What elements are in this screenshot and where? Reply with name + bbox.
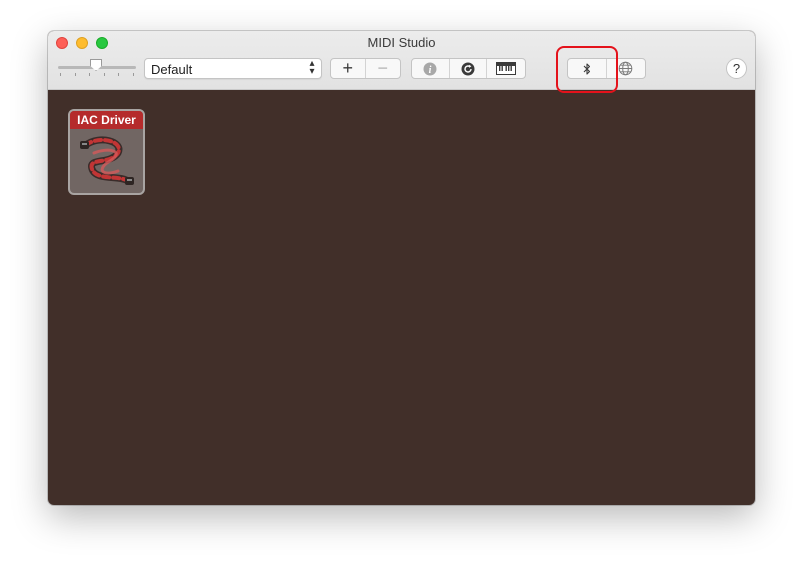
highlight-box: [556, 46, 618, 93]
add-device-button[interactable]: +: [331, 59, 366, 78]
help-button[interactable]: ?: [726, 58, 747, 79]
icon-size-slider[interactable]: [58, 59, 136, 79]
slider-ticks: [60, 73, 134, 77]
svg-text:i: i: [429, 65, 432, 76]
add-remove-group: + −: [330, 58, 401, 79]
keyboard-icon: [496, 62, 517, 75]
info-icon: i: [423, 62, 437, 76]
device-name: IAC Driver: [70, 111, 143, 129]
rescan-icon: [461, 62, 475, 75]
device-tools-group: i: [411, 58, 526, 79]
title-bar: MIDI Studio Default ▴ ▾ + − i ?: [48, 31, 755, 93]
configuration-popup[interactable]: Default ▴ ▾: [144, 58, 322, 79]
test-setup-button[interactable]: [487, 59, 525, 78]
remove-device-button[interactable]: −: [366, 59, 401, 78]
rescan-midi-button[interactable]: [450, 59, 488, 78]
midi-studio-window: MIDI Studio Default ▴ ▾ + − i ? IAC Driv…: [48, 31, 755, 505]
chevron-up-down-icon: ▴ ▾: [309, 58, 315, 77]
show-info-button[interactable]: i: [412, 59, 450, 78]
midi-cable-icon: [80, 136, 134, 185]
network-icon: [618, 61, 633, 76]
window-title: MIDI Studio: [367, 35, 436, 50]
iac-driver-device[interactable]: IAC Driver: [68, 109, 145, 195]
configuration-value: Default: [151, 62, 193, 77]
slider-thumb[interactable]: [90, 59, 102, 71]
